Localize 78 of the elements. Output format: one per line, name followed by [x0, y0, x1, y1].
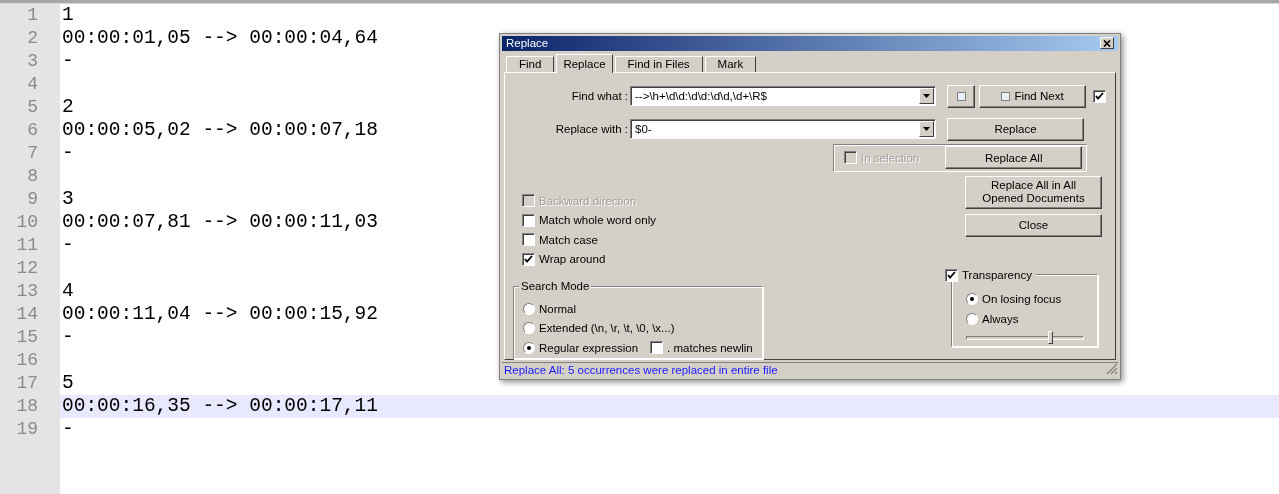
- tab[interactable]: Find in Files: [614, 55, 703, 72]
- checkbox-label: Wrap around: [539, 253, 606, 266]
- radio-label: Regular expression: [539, 341, 639, 354]
- line-number: 15: [16, 327, 38, 347]
- checkbox[interactable]: [522, 213, 535, 227]
- square-icon: [1001, 91, 1011, 101]
- line-number: 6: [27, 120, 38, 140]
- code-line: 00:00:11,04 --> 00:00:15,92: [62, 303, 378, 325]
- line-number: 18: [16, 396, 38, 416]
- line-number: 3: [27, 51, 38, 71]
- radio-button[interactable]: [966, 292, 978, 305]
- checkbox[interactable]: [945, 268, 958, 282]
- radio-button[interactable]: [523, 302, 535, 315]
- close-icon[interactable]: [1100, 37, 1114, 50]
- checkbox[interactable]: [522, 252, 535, 266]
- combo-field[interactable]: -->\h+\d\d:\d\d:\d\d,\d+\R$: [630, 86, 936, 107]
- checkbox[interactable]: [650, 341, 664, 355]
- code-line: 00:00:16,35 --> 00:00:17,11: [62, 395, 378, 417]
- line-number: 17: [16, 373, 38, 393]
- radio-label: Extended (\n, \r, \t, \0, \x...): [539, 322, 675, 335]
- code-line: 1: [62, 4, 74, 26]
- line-number: 12: [16, 258, 38, 278]
- code-line: -: [62, 234, 74, 256]
- line-number: 10: [16, 212, 38, 232]
- radio-label: On losing focus: [982, 292, 1062, 305]
- close-button[interactable]: Close: [965, 213, 1102, 237]
- code-line: 4: [62, 280, 74, 302]
- radio-button[interactable]: [523, 341, 535, 354]
- replace-button[interactable]: Replace: [947, 117, 1084, 141]
- code-line: -: [62, 418, 74, 440]
- checkbox-label: Match whole word only: [539, 214, 656, 227]
- code-line: 2: [62, 96, 74, 118]
- checkbox-label: Match case: [539, 233, 598, 246]
- line-number: 16: [16, 350, 38, 370]
- code-line: 00:00:05,02 --> 00:00:07,18: [62, 119, 378, 141]
- radio-button[interactable]: [523, 322, 535, 335]
- resize-grip-icon[interactable]: [1106, 363, 1118, 377]
- code-line: -: [62, 142, 74, 164]
- square-button[interactable]: [947, 84, 975, 108]
- field-label: Replace with :: [554, 123, 629, 136]
- code-line: 00:00:01,05 --> 00:00:04,64: [62, 27, 378, 49]
- line-number: 19: [16, 419, 38, 439]
- tab[interactable]: Mark: [704, 55, 757, 72]
- line-number: 4: [27, 74, 38, 94]
- square-icon: [956, 91, 966, 101]
- line-number: 2: [27, 28, 38, 48]
- replace-all-documents-button[interactable]: Replace All in All Opened Documents: [965, 175, 1102, 209]
- tab[interactable]: Find: [506, 55, 555, 72]
- line-number: 7: [27, 143, 38, 163]
- group-title: Search Mode: [519, 279, 592, 292]
- window-title: Replace: [506, 37, 549, 50]
- status-message: Replace All: 5 occurrences were replaced in entire file: [504, 363, 778, 376]
- line-number: 8: [27, 166, 38, 186]
- checkbox-label: . matches newlin: [667, 341, 753, 354]
- code-line: 3: [62, 188, 74, 210]
- line-number: 5: [27, 97, 38, 117]
- code-line: -: [62, 50, 74, 72]
- line-number: 14: [16, 304, 38, 324]
- radio-label: Always: [982, 312, 1019, 325]
- tab[interactable]: Replace: [556, 53, 613, 73]
- slider[interactable]: [966, 330, 1084, 344]
- slider-thumb[interactable]: [1047, 330, 1053, 344]
- line-number: 13: [16, 281, 38, 301]
- line-number: 9: [27, 189, 38, 209]
- code-line: 00:00:07,81 --> 00:00:11,03: [62, 211, 378, 233]
- checkbox-label: Transparency: [962, 269, 1032, 282]
- checkbox[interactable]: [522, 233, 535, 247]
- radio-label: Normal: [539, 302, 577, 315]
- line-number: 1: [27, 5, 38, 25]
- field-label: Find what :: [570, 90, 629, 103]
- checkbox[interactable]: [1093, 89, 1106, 103]
- replace-all-button[interactable]: Replace All: [945, 146, 1083, 170]
- code-line: -: [62, 326, 74, 348]
- find-next-button[interactable]: Find Next: [979, 84, 1086, 108]
- combo-field[interactable]: $0-: [630, 119, 936, 140]
- radio-button[interactable]: [966, 312, 978, 325]
- code-line: 5: [62, 372, 74, 394]
- line-number: 11: [16, 235, 38, 255]
